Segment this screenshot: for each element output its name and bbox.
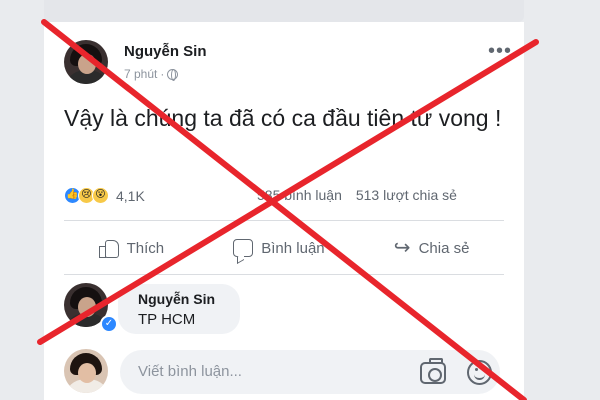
check-icon: ✓: [100, 315, 118, 333]
globe-icon: [167, 68, 179, 81]
post-stats: 585 bình luận 513 lượt chia sẻ: [257, 187, 457, 203]
like-icon: [98, 239, 119, 258]
author-name[interactable]: Nguyễn Sin: [124, 43, 207, 60]
comments-count[interactable]: 585 bình luận: [257, 187, 342, 203]
smile-icon[interactable]: [467, 360, 492, 385]
post-meta: 7 phút ·: [124, 67, 179, 81]
share-button[interactable]: ↪ Chia sẻ: [393, 237, 470, 259]
comment-button[interactable]: Bình luận: [233, 239, 325, 257]
comment-text: TP HCM: [138, 311, 196, 328]
reaction-count: 4,1K: [116, 187, 145, 204]
divider: [64, 274, 504, 275]
post-time[interactable]: 7 phút: [124, 67, 157, 81]
wow-reaction-icon: 😮: [92, 187, 109, 204]
previous-post-edge: [44, 0, 524, 22]
share-icon: ↪: [393, 237, 411, 259]
current-user-avatar: [64, 349, 108, 393]
comment-bubble: Nguyễn Sin TP HCM: [118, 284, 240, 334]
camera-icon[interactable]: [420, 358, 446, 384]
share-label: Chia sẻ: [418, 239, 470, 257]
author-avatar[interactable]: [64, 40, 108, 84]
shares-count[interactable]: 513 lượt chia sẻ: [356, 187, 457, 203]
more-options-button[interactable]: •••: [488, 41, 512, 61]
post-text: Vậy là chúng ta đã có ca đầu tiên tử von…: [64, 105, 502, 131]
like-label: Thích: [126, 239, 165, 257]
action-bar: Thích Bình luận ↪ Chia sẻ: [64, 230, 504, 266]
commenter-name[interactable]: Nguyễn Sin: [138, 291, 215, 307]
divider: [64, 220, 504, 221]
reactions-summary[interactable]: 👍 😢 😮 4,1K: [64, 187, 145, 204]
like-button[interactable]: Thích: [98, 239, 165, 258]
meta-separator: ·: [160, 67, 165, 81]
comment-icon: [233, 239, 254, 257]
post-card: Nguyễn Sin 7 phút · ••• Vậy là chúng ta …: [44, 22, 524, 400]
comment-input-placeholder: Viết bình luận...: [138, 363, 242, 380]
comment-label: Bình luận: [261, 239, 325, 257]
